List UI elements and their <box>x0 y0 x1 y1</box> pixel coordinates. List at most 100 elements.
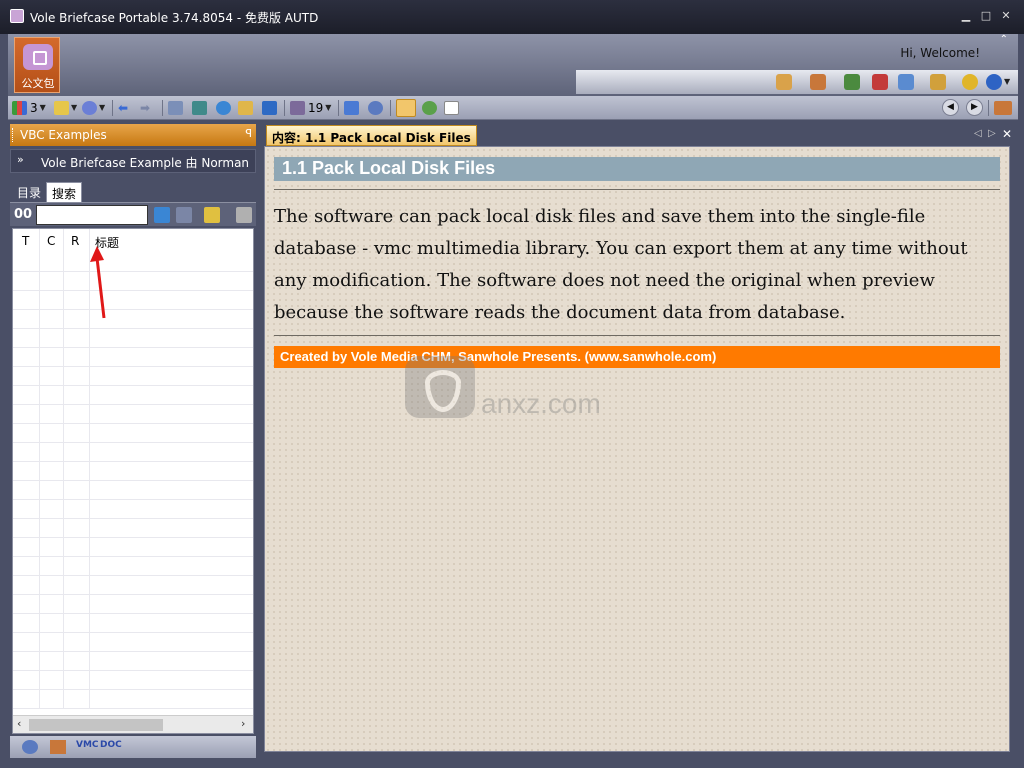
briefcase-logo-button[interactable]: 公文包 <box>14 37 60 93</box>
welcome-text: Hi, Welcome! <box>900 46 980 60</box>
view-count-dropdown[interactable]: 3 ▼ <box>12 99 46 116</box>
document-icon[interactable] <box>236 207 252 223</box>
back-button[interactable]: ⬅ <box>118 99 128 116</box>
watermark-text: anxz.com <box>481 388 601 419</box>
checklist-icon[interactable] <box>898 74 914 90</box>
search-bar: 00 <box>10 202 256 226</box>
toolbar-divider <box>284 100 285 116</box>
column-c[interactable]: C <box>47 234 55 248</box>
format-icon <box>344 100 359 115</box>
divider <box>274 335 1000 336</box>
left-panel-header: VBC Examples ꟼ <box>10 124 256 146</box>
format-button[interactable] <box>344 99 359 116</box>
doc-view-icon <box>396 98 416 117</box>
folder-button[interactable] <box>238 99 253 116</box>
document-view: 1.1 Pack Local Disk Files The software c… <box>264 146 1010 752</box>
book-button[interactable] <box>444 99 459 116</box>
calendar-64-icon[interactable] <box>872 74 888 90</box>
tab-close-icon[interactable]: ✕ <box>1002 127 1012 141</box>
book-icon <box>444 100 459 115</box>
arrow-right-icon: ➡ <box>140 100 151 115</box>
book-selector[interactable]: » Vole Briefcase Example 由 Norman <box>10 149 256 173</box>
left-panel: VBC Examples ꟼ » Vole Briefcase Example … <box>8 122 258 760</box>
toolbar-divider <box>112 100 113 116</box>
collapse-header-icon[interactable]: ⌃ <box>1000 34 1008 45</box>
window-title: Vole Briefcase Portable 3.74.8054 - 免费版 … <box>30 11 319 25</box>
vmc-button[interactable]: VMC <box>76 740 99 754</box>
page-footer[interactable]: Created by Vole Media CHM, Sanwhole Pres… <box>274 346 1000 368</box>
tab-prev-icon[interactable]: ◁ <box>974 128 982 139</box>
link-button[interactable] <box>368 99 383 116</box>
scroll-right-icon[interactable]: › <box>241 717 245 730</box>
grid-button[interactable] <box>192 99 207 116</box>
app-header: 公文包 ⌃ Hi, Welcome! ▼ <box>8 34 1018 96</box>
chevron-down-icon: ▼ <box>325 103 332 112</box>
logo-label: 公文包 <box>21 77 55 90</box>
red-annotation-arrow <box>90 246 106 319</box>
pin-icon[interactable]: ꟼ <box>245 127 252 140</box>
help-icon[interactable] <box>986 74 1002 90</box>
scrollbar-thumb[interactable] <box>29 719 163 731</box>
help-dropdown-icon[interactable]: ▼ <box>1004 77 1010 86</box>
doc-button[interactable]: DOC <box>100 740 122 754</box>
tag-icon[interactable] <box>204 207 220 223</box>
chevron-down-icon: ▼ <box>39 103 46 112</box>
layers-icon <box>82 100 97 115</box>
note-dropdown[interactable]: ▼ <box>54 99 77 116</box>
column-t[interactable]: T <box>22 234 29 248</box>
refresh-icon <box>422 100 437 115</box>
left-panel-footer: VMC DOC <box>10 736 256 758</box>
bars-icon <box>12 100 27 115</box>
column-r[interactable]: R <box>71 234 79 248</box>
tab-document[interactable]: 内容: 1.1 Pack Local Disk Files <box>266 125 477 146</box>
layers-dropdown[interactable]: ▼ <box>82 99 105 116</box>
satellite-icon[interactable] <box>22 740 38 754</box>
close-button[interactable]: ✕ <box>998 8 1014 24</box>
toolbar-divider <box>338 100 339 116</box>
tools-icon[interactable] <box>930 74 946 90</box>
tab-search[interactable]: 搜索 <box>46 182 83 202</box>
grid-icon <box>192 100 207 115</box>
user-icon[interactable] <box>810 74 826 90</box>
app-icon <box>10 9 24 23</box>
panel-toggle-button[interactable] <box>994 99 1012 116</box>
double-chevron-down-icon: » <box>17 153 24 166</box>
left-panel-tabs: 目录 搜索 <box>10 180 256 202</box>
search-input[interactable] <box>36 205 148 225</box>
refresh-button[interactable] <box>422 99 437 116</box>
next-page-button[interactable]: ▶ <box>966 99 983 116</box>
content-panel: 内容: 1.1 Pack Local Disk Files ◁ ▷ ✕ 1.1 … <box>262 122 1018 760</box>
globe-button[interactable] <box>216 99 231 116</box>
header-icon-bar: ▼ <box>576 70 1018 94</box>
page-count-dropdown[interactable]: 19 ▼ <box>290 99 331 116</box>
list-header: T C R 标题 <box>13 229 253 253</box>
code-button[interactable] <box>262 99 277 116</box>
tab-next-icon[interactable]: ▷ <box>988 128 996 139</box>
maximize-button[interactable]: □ <box>978 8 994 24</box>
forward-button[interactable]: ➡ <box>140 99 150 116</box>
watermark: anxz.com <box>405 352 635 424</box>
prev-page-button[interactable]: ◀ <box>942 99 959 116</box>
toolbar-divider <box>390 100 391 116</box>
doc-view-button[interactable] <box>396 98 416 117</box>
search-go-icon[interactable] <box>154 207 170 223</box>
tree-button[interactable] <box>168 99 183 116</box>
shield-icon <box>405 356 475 418</box>
grip-handle[interactable] <box>12 128 15 142</box>
scroll-left-icon[interactable]: ‹ <box>17 717 21 730</box>
globe-icon <box>216 100 231 115</box>
chart-icon[interactable] <box>844 74 860 90</box>
chevron-right-icon: ▶ <box>971 102 978 112</box>
horizontal-scrollbar[interactable]: ‹ › <box>13 715 253 733</box>
pages-icon <box>290 100 305 115</box>
palette-icon[interactable] <box>776 74 792 90</box>
settings-icon[interactable] <box>962 74 978 90</box>
calendar-icon[interactable] <box>50 740 66 754</box>
toolbar-divider <box>162 100 163 116</box>
minimize-button[interactable]: ▁ <box>958 8 974 24</box>
chevron-down-icon: ▼ <box>71 103 78 112</box>
tab-contents[interactable]: 目录 <box>12 182 46 202</box>
search-results-list: T C R 标题 ‹ › <box>12 228 254 734</box>
sort-icon[interactable] <box>176 207 192 223</box>
chevron-down-icon: ▼ <box>99 103 106 112</box>
